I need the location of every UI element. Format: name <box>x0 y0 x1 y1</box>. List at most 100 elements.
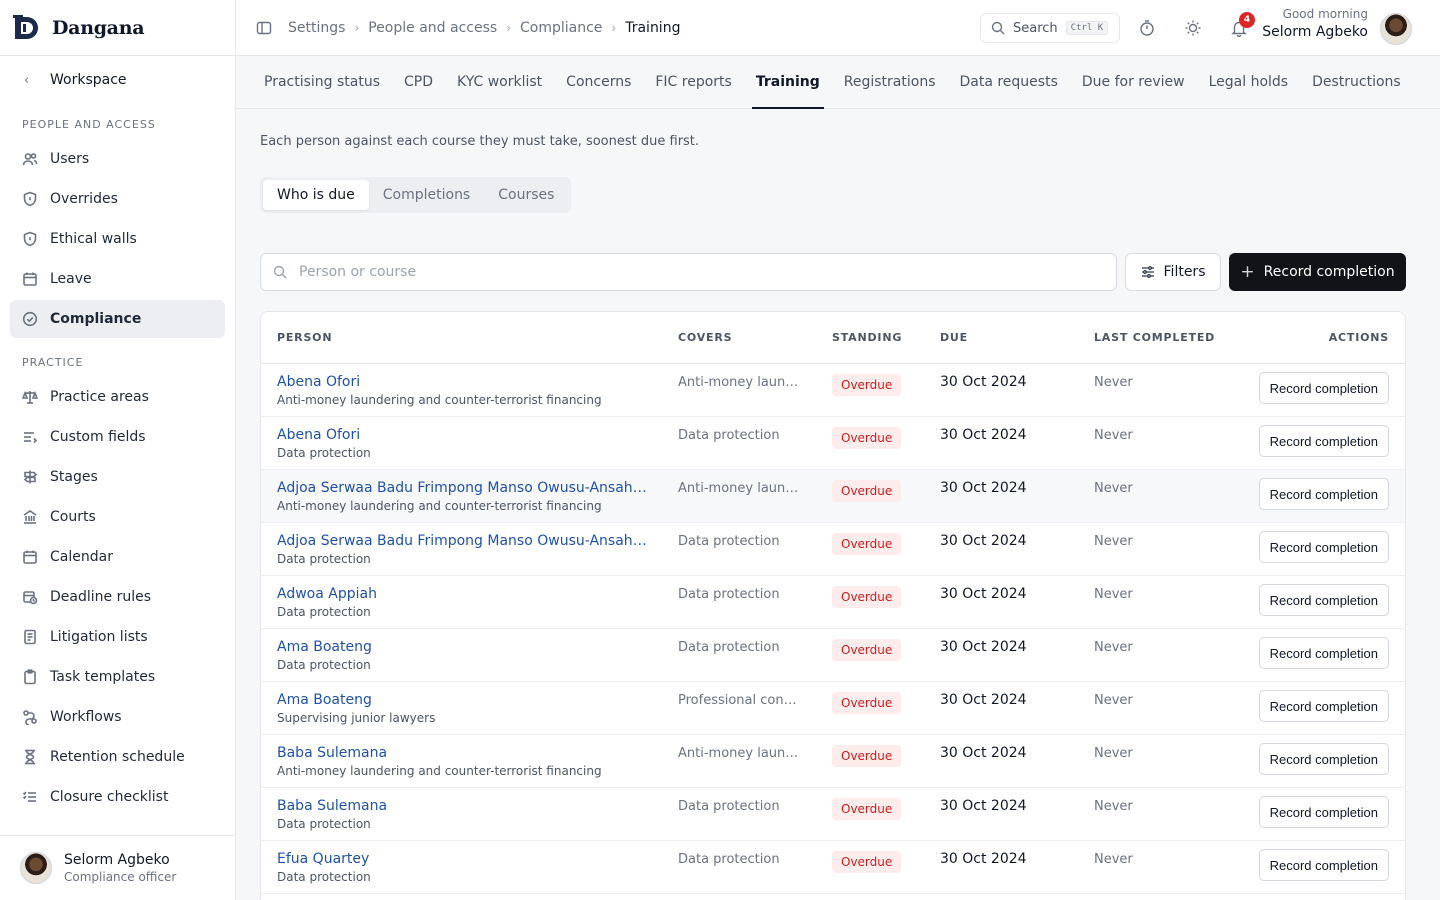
table-row[interactable]: Abena Ofori Anti-money laundering and co… <box>261 364 1405 417</box>
sidebar-item-litigation-lists[interactable]: Litigation lists <box>10 618 225 656</box>
standing-cell: Overdue <box>832 745 902 767</box>
global-search-button[interactable]: Search Ctrl K <box>980 13 1120 43</box>
sidebar-item-label: Calendar <box>50 549 113 565</box>
brand-name: Dangana <box>52 16 145 39</box>
workspace-back-link[interactable]: ‹ Workspace <box>0 56 235 104</box>
current-user-card[interactable]: Selorm Agbeko Compliance officer <box>0 835 235 900</box>
sidebar-item-leave[interactable]: Leave <box>10 260 225 298</box>
record-completion-button[interactable]: + Record completion <box>1229 253 1406 291</box>
tab-concerns[interactable]: Concerns <box>566 56 631 109</box>
page-description: Each person against each course they mus… <box>260 134 700 149</box>
search-input[interactable]: Person or course <box>260 253 1117 291</box>
standing-cell: Overdue <box>832 692 902 714</box>
avatar[interactable] <box>1380 13 1412 45</box>
sidebar-item-ethical-walls[interactable]: Ethical walls <box>10 220 225 258</box>
sidebar-item-closure-checklist[interactable]: Closure checklist <box>10 778 225 816</box>
sidebar-item-compliance[interactable]: Compliance <box>10 300 225 338</box>
sidebar-item-label: Practice areas <box>50 389 149 405</box>
person-name-link[interactable]: Baba Sulemana <box>277 745 647 761</box>
tab-cpd[interactable]: CPD <box>404 56 433 109</box>
tab-legal-holds[interactable]: Legal holds <box>1209 56 1288 109</box>
table-row[interactable]: Adjoa Serwaa Badu Frimpong Manso Owusu-A… <box>261 470 1405 523</box>
column-header-person[interactable]: PERSON <box>277 331 332 344</box>
column-header-standing[interactable]: STANDING <box>832 331 902 344</box>
breadcrumb-settings[interactable]: Settings <box>288 20 345 36</box>
sidebar-item-courts[interactable]: Courts <box>10 498 225 536</box>
table-row[interactable]: Baba Sulemana Anti-money laundering and … <box>261 735 1405 788</box>
person-cell: Abena Ofori Anti-money laundering and co… <box>277 374 647 407</box>
tab-practising-status[interactable]: Practising status <box>264 56 380 109</box>
column-header-due[interactable]: DUE <box>940 331 968 344</box>
record-completion-row-button[interactable]: Record completion <box>1258 796 1389 828</box>
due-date: 30 Oct 2024 <box>940 745 1027 761</box>
table-row[interactable]: Baba Sulemana Data protection Data prote… <box>261 788 1405 841</box>
breadcrumb-compliance[interactable]: Compliance <box>520 20 602 36</box>
last-completed: Never <box>1094 587 1133 602</box>
sidebar-item-overrides[interactable]: Overrides <box>10 180 225 218</box>
training-due-table: PERSON COVERS STANDING DUE LAST COMPLETE… <box>260 311 1406 900</box>
sidebar-item-stages[interactable]: Stages <box>10 458 225 496</box>
person-name-link[interactable]: Ama Boateng <box>277 692 647 708</box>
brand[interactable]: Dangana <box>0 0 235 56</box>
sidebar-item-calendar[interactable]: Calendar <box>10 538 225 576</box>
table-row[interactable]: Ama Boateng Supervising junior lawyers P… <box>261 682 1405 735</box>
person-name-link[interactable]: Abena Ofori <box>277 427 647 443</box>
sidebar-item-task-templates[interactable]: Task templates <box>10 658 225 696</box>
sidebar-item-practice-areas[interactable]: Practice areas <box>10 378 225 416</box>
segment-who-is-due[interactable]: Who is due <box>263 180 369 210</box>
sidebar-item-deadline-rules[interactable]: Deadline rules <box>10 578 225 616</box>
record-completion-row-button[interactable]: Record completion <box>1258 849 1389 881</box>
table-row[interactable]: Abena Ofori Data protection Data protect… <box>261 417 1405 470</box>
person-name-link[interactable]: Baba Sulemana <box>277 798 647 814</box>
breadcrumb-people-and-access[interactable]: People and access <box>368 20 497 36</box>
record-completion-row-button[interactable]: Record completion <box>1258 531 1389 563</box>
record-completion-row-button[interactable]: Record completion <box>1258 637 1389 669</box>
sidebar-item-label: Ethical walls <box>50 231 137 247</box>
person-name-link[interactable]: Efua Quartey <box>277 851 647 867</box>
sidebar-item-custom-fields[interactable]: Custom fields <box>10 418 225 456</box>
person-name-link[interactable]: Adjoa Serwaa Badu Frimpong Manso Owusu-A… <box>277 480 647 496</box>
filters-button[interactable]: Filters <box>1125 253 1221 291</box>
sidebar-item-users[interactable]: Users <box>10 140 225 178</box>
tab-destructions[interactable]: Destructions <box>1312 56 1401 109</box>
sidebar-item-workflows[interactable]: Workflows <box>10 698 225 736</box>
person-name-link[interactable]: Abena Ofori <box>277 374 647 390</box>
record-completion-row-button[interactable]: Record completion <box>1258 478 1389 510</box>
table-row[interactable]: Adwoa Appiah Data protection Data protec… <box>261 576 1405 629</box>
tab-fic-reports[interactable]: FIC reports <box>655 56 731 109</box>
user-name: Selorm Agbeko <box>64 852 170 868</box>
tab-due-for-review[interactable]: Due for review <box>1082 56 1185 109</box>
tab-data-requests[interactable]: Data requests <box>959 56 1057 109</box>
sidebar-toggle-icon[interactable] <box>256 20 272 36</box>
table-row[interactable]: Efua Quartey Data protection Data protec… <box>261 841 1405 894</box>
course-name: Data protection <box>277 446 371 460</box>
record-completion-row-button[interactable]: Record completion <box>1258 425 1389 457</box>
person-name-link[interactable]: Adwoa Appiah <box>277 586 647 602</box>
record-completion-row-button[interactable]: Record completion <box>1258 372 1389 404</box>
sliders-icon <box>1141 266 1154 278</box>
table-row[interactable]: Ama Boateng Data protection Data protect… <box>261 629 1405 682</box>
timer-icon[interactable] <box>1138 19 1156 37</box>
status-badge: Overdue <box>832 374 902 396</box>
record-completion-row-button[interactable]: Record completion <box>1258 690 1389 722</box>
tab-training[interactable]: Training <box>751 56 824 109</box>
sidebar-item-retention-schedule[interactable]: Retention schedule <box>10 738 225 776</box>
theme-sun-icon[interactable] <box>1184 19 1202 37</box>
segment-courses[interactable]: Courses <box>484 180 568 210</box>
users-icon <box>22 153 38 166</box>
column-header-covers[interactable]: COVERS <box>678 331 732 344</box>
person-name-link[interactable]: Adjoa Serwaa Badu Frimpong Manso Owusu-A… <box>277 533 647 549</box>
segment-completions[interactable]: Completions <box>369 180 484 210</box>
covers-cell: Data protection <box>678 534 780 549</box>
sidebar-item-label: Task templates <box>50 669 156 685</box>
record-completion-row-button[interactable]: Record completion <box>1258 743 1389 775</box>
sidebar-item-label: Courts <box>50 509 96 525</box>
table-row[interactable]: Adjoa Serwaa Badu Frimpong Manso Owusu-A… <box>261 523 1405 576</box>
column-header-last-completed[interactable]: LAST COMPLETED <box>1094 331 1215 344</box>
tab-kyc-worklist[interactable]: KYC worklist <box>457 56 542 109</box>
document-icon <box>24 629 36 645</box>
sidebar-nav[interactable]: ‹ Workspace PEOPLE AND ACCESS Users Overri… <box>0 56 235 835</box>
tab-registrations[interactable]: Registrations <box>844 56 936 109</box>
person-name-link[interactable]: Ama Boateng <box>277 639 647 655</box>
record-completion-row-button[interactable]: Record completion <box>1258 584 1389 616</box>
